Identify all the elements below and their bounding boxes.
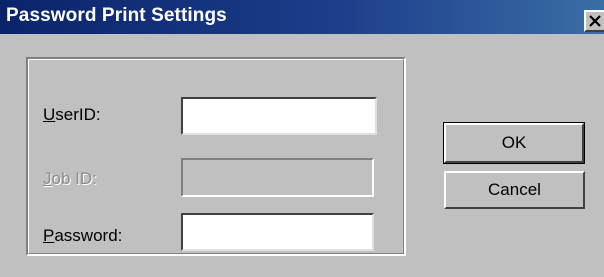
jobid-label: Job ID: — [43, 169, 97, 188]
close-icon — [589, 15, 601, 27]
cancel-button[interactable]: Cancel — [444, 171, 585, 209]
close-button[interactable] — [584, 10, 604, 32]
userid-label: UserID: — [43, 105, 101, 124]
ok-button[interactable]: OK — [443, 122, 585, 164]
userid-input[interactable] — [181, 97, 377, 135]
title-bar[interactable]: Password Print Settings — [0, 0, 604, 34]
ok-button-label: OK — [501, 133, 527, 152]
window-title: Password Print Settings — [6, 5, 227, 26]
password-input[interactable] — [181, 213, 374, 251]
password-print-settings-dialog: Password Print Settings UserID: Job ID: … — [0, 0, 604, 277]
password-label: Password: — [43, 226, 123, 245]
jobid-input — [181, 158, 374, 197]
cancel-button-label: Cancel — [488, 180, 541, 199]
